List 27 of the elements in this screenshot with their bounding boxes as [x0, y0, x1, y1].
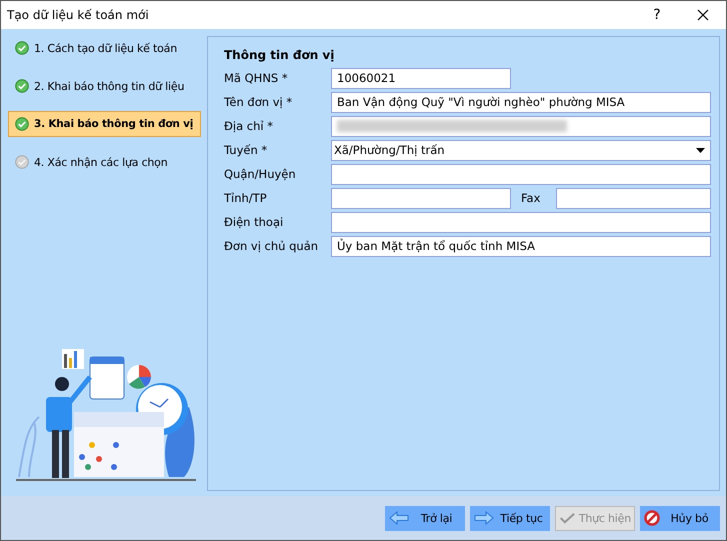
- field-label: Quận/Huyện: [224, 167, 297, 181]
- section-title: Thông tin đơn vị: [224, 48, 336, 62]
- field-label: Điện thoại: [224, 215, 284, 229]
- text-field[interactable]: 10060021: [331, 68, 511, 88]
- window-title: Tạo dữ liệu kế toán mới: [7, 8, 150, 22]
- field-label: Tỉnh/TP: [224, 191, 268, 205]
- wizard-step[interactable]: 4. Xác nhận các lựa chọn: [8, 149, 201, 175]
- field-label: Mã QHNS *: [224, 71, 289, 85]
- step-label: 2. Khai báo thông tin dữ liệu: [34, 80, 184, 92]
- next-button[interactable]: Tiếp tục: [470, 506, 550, 530]
- field-label: Tuyến *: [224, 143, 268, 157]
- step-label: 1. Cách tạo dữ liệu kế toán: [34, 42, 177, 54]
- step-label: 3. Khai báo thông tin đơn vị: [34, 118, 194, 130]
- cancel-button[interactable]: Hủy bỏ: [640, 506, 720, 530]
- wizard-step[interactable]: 1. Cách tạo dữ liệu kế toán: [8, 35, 201, 61]
- field-label: Đơn vị chủ quản: [224, 239, 320, 253]
- field-label: Địa chỉ *: [224, 119, 274, 133]
- wizard-step[interactable]: 3. Khai báo thông tin đơn vị: [8, 111, 201, 137]
- dropdown-field[interactable]: Xã/Phường/Thị trấn: [331, 140, 711, 160]
- field-label: Fax: [521, 191, 542, 205]
- back-button[interactable]: Trở lại: [385, 506, 465, 530]
- text-field[interactable]: Ủy ban Mặt trận tổ quốc tỉnh MISA: [331, 236, 711, 256]
- step-label: 4. Xác nhận các lựa chọn: [34, 156, 168, 168]
- wizard-step[interactable]: 2. Khai báo thông tin dữ liệu: [8, 73, 201, 99]
- help-button[interactable]: ?: [634, 1, 680, 29]
- field-label: Tên đơn vị *: [224, 95, 294, 109]
- text-field[interactable]: Ban Vận động Quỹ "Vì người nghèo" phường MISA: [331, 92, 711, 112]
